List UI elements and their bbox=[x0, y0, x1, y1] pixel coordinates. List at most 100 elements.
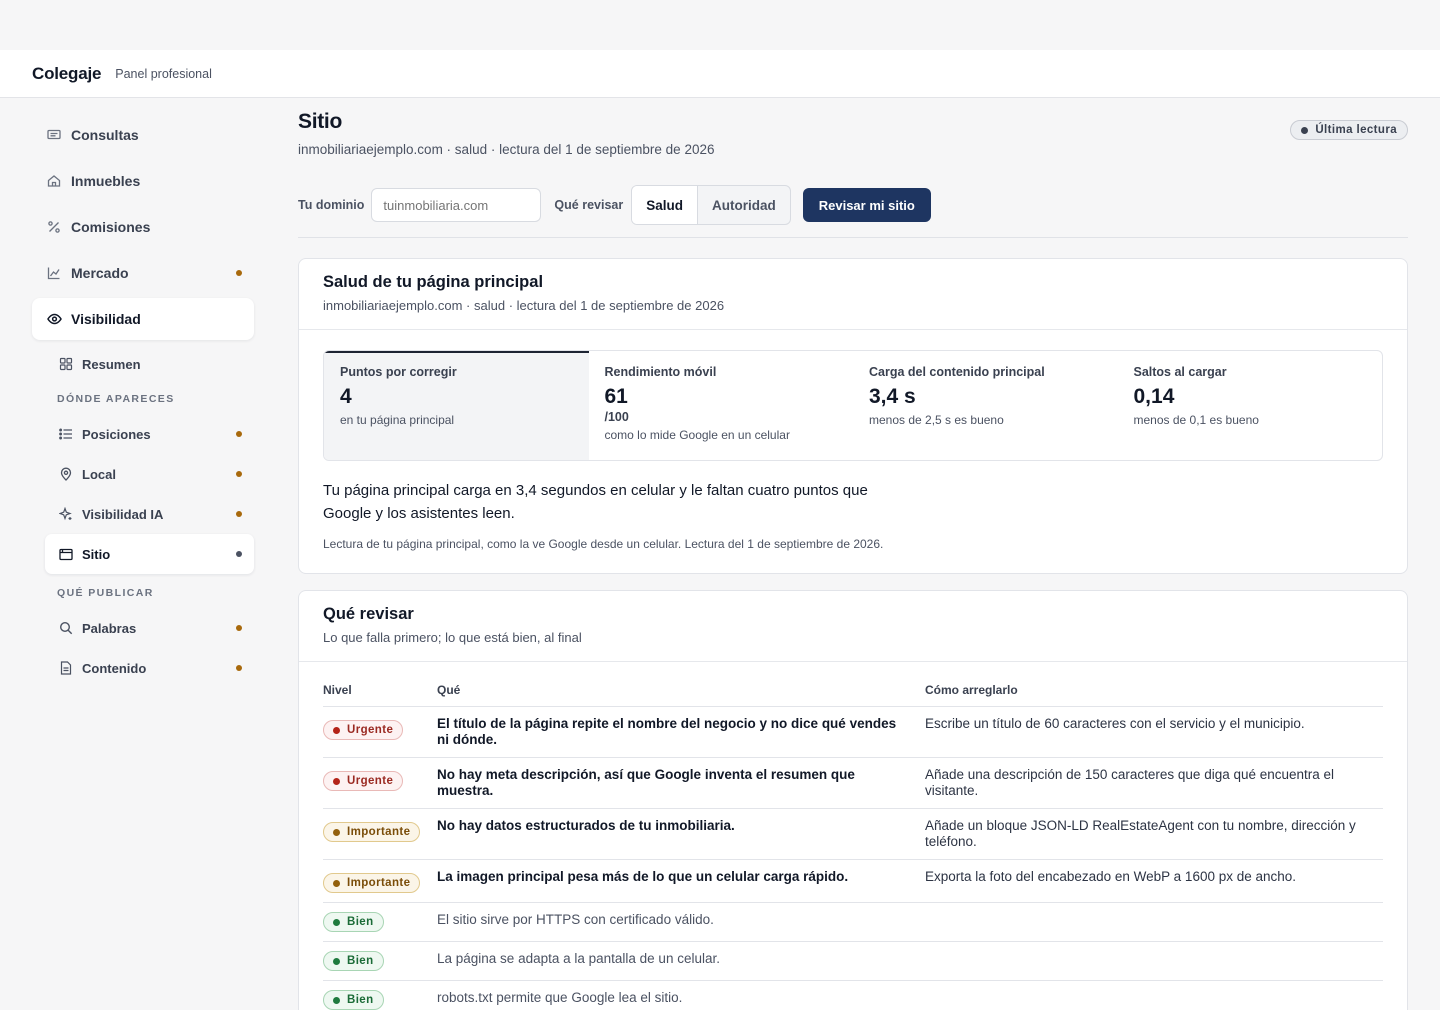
review-type-label: Qué revisar bbox=[554, 198, 624, 212]
message-icon bbox=[46, 127, 62, 143]
toggle-autoridad[interactable]: Autoridad bbox=[698, 186, 790, 224]
health-card-title: Salud de tu página principal bbox=[323, 273, 544, 291]
column-header-level: Nivel bbox=[323, 674, 437, 707]
fix-text bbox=[925, 941, 1383, 981]
status-badge-important: Importante bbox=[323, 821, 421, 842]
status-badge-good: Bien bbox=[323, 911, 384, 932]
table-row[interactable]: Urgente El título de la página repite el… bbox=[323, 706, 1383, 758]
fix-text bbox=[925, 980, 1383, 1010]
page-title: Sitio bbox=[298, 110, 342, 133]
subnav-contenido[interactable]: Contenido bbox=[45, 648, 254, 688]
notification-dot bbox=[236, 511, 242, 517]
table-row[interactable]: Urgente No hay meta descripción, así que… bbox=[323, 757, 1383, 809]
fix-text: Escribe un título de 60 caracteres con e… bbox=[925, 706, 1383, 758]
review-type-toggle: Salud Autoridad bbox=[631, 185, 791, 225]
review-card-title: Qué revisar bbox=[323, 605, 414, 623]
list-icon bbox=[58, 427, 73, 442]
metric-value: 0,14 bbox=[1133, 385, 1175, 408]
table-row[interactable]: Importante La imagen principal pesa más … bbox=[323, 859, 1383, 903]
subnav-label: Visibilidad IA bbox=[82, 506, 164, 522]
review-site-button[interactable]: Revisar mi sitio bbox=[802, 188, 931, 222]
table-row[interactable]: Bien robots.txt permite que Google lea e… bbox=[323, 980, 1383, 1010]
subnav-sitio[interactable]: Sitio bbox=[45, 534, 254, 574]
metric-note: en tu página principal bbox=[340, 413, 455, 427]
grid-icon bbox=[58, 357, 73, 372]
sidebar: Consultas Inmuebles Comisiones Mercado V… bbox=[32, 114, 254, 688]
notification-dot bbox=[236, 471, 242, 477]
metric-value: 4 bbox=[340, 385, 352, 408]
metric-label: Puntos por corregir bbox=[340, 365, 457, 379]
subnav-label: Contenido bbox=[82, 660, 147, 676]
table-header-row: Nivel Qué Cómo arreglarlo bbox=[323, 674, 1383, 707]
issue-text: El título de la página repite el nombre … bbox=[437, 706, 925, 758]
brand-subtitle: Panel profesional bbox=[115, 66, 212, 81]
metric-unit: /100 bbox=[604, 410, 629, 424]
search-icon bbox=[58, 621, 73, 636]
issue-text: La página se adapta a la pantalla de un … bbox=[437, 941, 925, 981]
subnav-label: Posiciones bbox=[82, 426, 151, 442]
table-row[interactable]: Importante No hay datos estructurados de… bbox=[323, 808, 1383, 860]
notification-dot bbox=[236, 270, 242, 276]
toggle-salud[interactable]: Salud bbox=[632, 186, 698, 224]
metric-puntos-por-corregir[interactable]: Puntos por corregir 4 en tu página princ… bbox=[324, 351, 589, 460]
section-heading-que-publicar: QUÉ PUBLICAR bbox=[57, 587, 154, 599]
section-heading-donde-apareces: DÓNDE APARECES bbox=[57, 393, 175, 405]
status-badge-good: Bien bbox=[323, 989, 384, 1010]
fix-text: Añade una descripción de 150 caracteres … bbox=[925, 757, 1383, 809]
sidebar-item-label: Mercado bbox=[71, 265, 129, 281]
health-card: Salud de tu página principal inmobiliari… bbox=[298, 258, 1408, 574]
last-reading-badge: Última lectura bbox=[1290, 120, 1408, 140]
metric-note: menos de 0,1 es bueno bbox=[1133, 413, 1259, 427]
percent-icon bbox=[46, 219, 62, 235]
issue-text: La imagen principal pesa más de lo que u… bbox=[437, 859, 925, 903]
notification-dot bbox=[236, 665, 242, 671]
health-card-header: Salud de tu página principal inmobiliari… bbox=[299, 259, 1407, 330]
notification-dot bbox=[236, 551, 242, 557]
sidebar-item-mercado[interactable]: Mercado bbox=[32, 252, 254, 294]
metric-label: Carga del contenido principal bbox=[869, 365, 1045, 379]
subnav-palabras[interactable]: Palabras bbox=[45, 608, 254, 648]
subnav-label: Sitio bbox=[82, 546, 111, 562]
subnav-posiciones[interactable]: Posiciones bbox=[45, 414, 254, 454]
health-footnote: Lectura de tu página principal, como la … bbox=[323, 537, 884, 551]
status-badge-urgent: Urgente bbox=[323, 719, 404, 740]
subnav-local[interactable]: Local bbox=[45, 454, 254, 494]
metric-saltos-al-cargar[interactable]: Saltos al cargar 0,14 menos de 0,1 es bu… bbox=[1118, 351, 1383, 460]
sparkle-icon bbox=[58, 507, 73, 522]
issues-table: Nivel Qué Cómo arreglarlo Urgente El tít… bbox=[323, 674, 1383, 1010]
home-icon bbox=[46, 173, 62, 189]
sidebar-item-visibilidad[interactable]: Visibilidad bbox=[32, 298, 254, 340]
issue-text: No hay datos estructurados de tu inmobil… bbox=[437, 808, 925, 860]
fix-text: Añade un bloque JSON-LD RealEstateAgent … bbox=[925, 808, 1383, 860]
notification-dot bbox=[236, 625, 242, 631]
metric-rendimiento-movil[interactable]: Rendimiento móvil 61 /100 como lo mide G… bbox=[589, 351, 854, 460]
sidebar-item-consultas[interactable]: Consultas bbox=[32, 114, 254, 156]
issue-text: El sitio sirve por HTTPS con certificado… bbox=[437, 902, 925, 942]
notification-dot bbox=[236, 431, 242, 437]
issue-text: No hay meta descripción, así que Google … bbox=[437, 757, 925, 809]
domain-label: Tu dominio bbox=[298, 198, 365, 212]
table-row[interactable]: Bien El sitio sirve por HTTPS con certif… bbox=[323, 902, 1383, 942]
metric-value: 3,4 s bbox=[869, 385, 916, 408]
chart-icon bbox=[46, 265, 62, 281]
issue-text: robots.txt permite que Google lea el sit… bbox=[437, 980, 925, 1010]
domain-input[interactable] bbox=[371, 188, 542, 222]
review-card-header: Qué revisar Lo que falla primero; lo que… bbox=[299, 591, 1407, 662]
table-row[interactable]: Bien La página se adapta a la pantalla d… bbox=[323, 941, 1383, 981]
subnav-label: Local bbox=[82, 466, 116, 482]
subnav-label: Resumen bbox=[82, 356, 141, 372]
subnav-resumen[interactable]: Resumen bbox=[45, 344, 254, 384]
sidebar-item-inmuebles[interactable]: Inmuebles bbox=[32, 160, 254, 202]
sidebar-item-label: Consultas bbox=[71, 127, 139, 143]
review-card: Qué revisar Lo que falla primero; lo que… bbox=[298, 590, 1408, 1010]
metric-value: 61 bbox=[604, 385, 628, 408]
brand-logo[interactable]: Colegaje bbox=[32, 64, 101, 84]
status-badge-important: Importante bbox=[323, 872, 421, 893]
sidebar-item-label: Visibilidad bbox=[71, 311, 141, 327]
subnav-visibilidad-ia[interactable]: Visibilidad IA bbox=[45, 494, 254, 534]
column-header-what: Qué bbox=[437, 674, 925, 707]
sidebar-item-label: Inmuebles bbox=[71, 173, 141, 189]
metric-carga-contenido[interactable]: Carga del contenido principal 3,4 s meno… bbox=[853, 351, 1118, 460]
sidebar-item-comisiones[interactable]: Comisiones bbox=[32, 206, 254, 248]
status-badge-urgent: Urgente bbox=[323, 770, 404, 791]
